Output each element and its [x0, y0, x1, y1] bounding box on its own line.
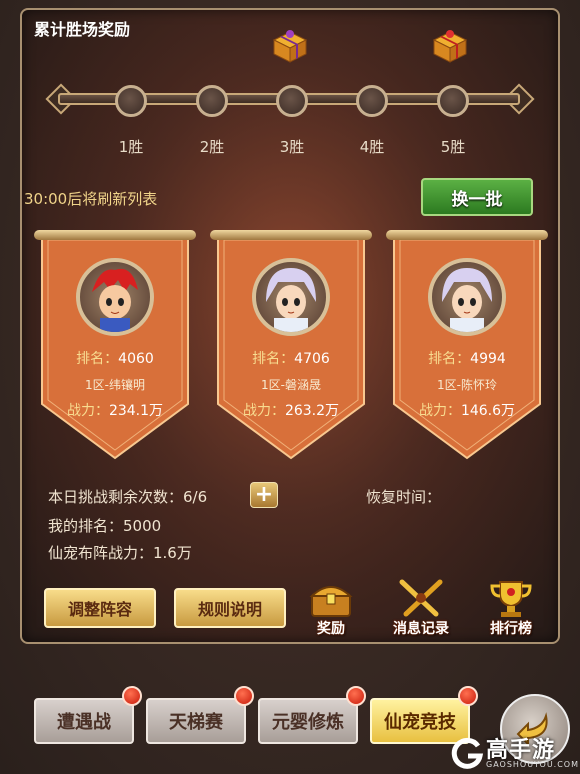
power-label: 战力： — [418, 403, 461, 419]
opponent-name: 1区-磐涵晟 — [261, 378, 321, 392]
challenges-remaining: 本日挑战剩余次数：6/6 — [48, 488, 208, 506]
reward-label: 奖励 — [317, 621, 345, 637]
opponent-card[interactable]: 排名：4994 1区-陈怀玲 战力：146.6万 — [386, 230, 548, 460]
win-node-label: 4胜 — [359, 138, 385, 156]
tab-cultivation[interactable]: 元婴修炼 — [258, 698, 358, 744]
message-log-button[interactable]: 消息记录 — [386, 578, 456, 638]
gift-chest-icon[interactable] — [270, 28, 310, 64]
trophy-icon — [490, 581, 532, 617]
recover-time: 恢复时间： — [366, 488, 442, 506]
win-node-3[interactable] — [276, 85, 308, 117]
opponent-card[interactable]: 排名：4060 1区-纬镶明 战力：234.1万 — [34, 230, 196, 460]
opponent-card[interactable]: 排名：4706 1区-磐涵晟 战力：263.2万 — [210, 230, 372, 460]
watermark-logo: 高手游 GAOSHOUYOU.COM — [448, 732, 580, 774]
rank-value: 4060 — [118, 351, 154, 367]
leaderboard-label: 排行榜 — [490, 621, 532, 637]
treasure-chest-icon — [309, 586, 353, 617]
my-rank: 我的排名：5000 — [48, 517, 162, 535]
notification-dot — [122, 686, 142, 706]
win-node-label: 5胜 — [440, 138, 466, 156]
refresh-countdown: 30:00后将刷新列表 — [24, 190, 158, 208]
panel-title: 累计胜场奖励 — [34, 20, 131, 39]
banner-rod — [386, 230, 548, 240]
win-node-1[interactable] — [115, 85, 147, 117]
notification-dot — [346, 686, 366, 706]
power-value: 234.1万 — [108, 403, 164, 419]
add-challenges-button[interactable]: + — [250, 482, 278, 508]
power-label: 战力： — [242, 403, 285, 419]
power-label: 战力： — [66, 403, 109, 419]
crossed-swords-icon — [399, 579, 443, 617]
watermark-g-icon — [451, 737, 484, 769]
banner-rod — [210, 230, 372, 240]
opponent-name: 1区-陈怀玲 — [437, 378, 497, 392]
tab-ladder[interactable]: 天梯赛 — [146, 698, 246, 744]
notification-dot — [458, 686, 478, 706]
gift-chest-icon[interactable] — [430, 28, 470, 64]
message-log-label: 消息记录 — [393, 621, 449, 637]
rank-label: 排名： — [76, 351, 119, 367]
power-value: 263.2万 — [284, 403, 340, 419]
reward-button[interactable]: 奖励 — [296, 578, 366, 638]
win-node-2[interactable] — [196, 85, 228, 117]
opponent-avatar — [76, 258, 154, 336]
rank-label: 排名： — [428, 351, 471, 367]
refresh-list-button[interactable]: 换一批 — [421, 178, 533, 216]
opponent-avatar — [252, 258, 330, 336]
tab-encounter[interactable]: 遭遇战 — [34, 698, 134, 744]
notification-dot — [234, 686, 254, 706]
opponent-name: 1区-纬镶明 — [85, 378, 145, 392]
rank-label: 排名： — [252, 351, 295, 367]
win-node-label: 1胜 — [118, 138, 144, 156]
pet-formation-power: 仙宠布阵战力：1.6万 — [48, 544, 192, 562]
win-node-5[interactable] — [437, 85, 469, 117]
win-node-label: 3胜 — [279, 138, 305, 156]
adjust-lineup-button[interactable]: 调整阵容 — [44, 588, 156, 628]
rank-value: 4994 — [470, 351, 506, 367]
power-value: 146.6万 — [460, 403, 516, 419]
rank-value: 4706 — [294, 351, 330, 367]
leaderboard-button[interactable]: 排行榜 — [476, 578, 546, 638]
opponent-avatar — [428, 258, 506, 336]
banner-rod — [34, 230, 196, 240]
rules-button[interactable]: 规则说明 — [174, 588, 286, 628]
win-node-4[interactable] — [356, 85, 388, 117]
win-node-label: 2胜 — [199, 138, 225, 156]
watermark-domain: GAOSHOUYOU.COM — [486, 760, 580, 769]
